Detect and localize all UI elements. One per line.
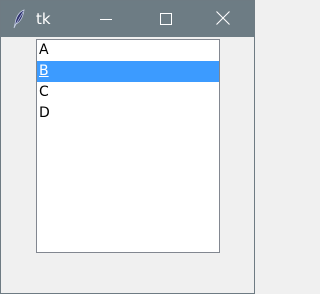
title-bar[interactable]: tk [1,1,254,37]
close-icon [216,10,230,29]
list-item[interactable]: C [37,82,219,103]
listbox[interactable]: A B C D [36,39,220,253]
minimize-button[interactable] [83,1,129,37]
maximize-icon [160,10,172,29]
close-button[interactable] [200,1,246,37]
list-item[interactable]: A [37,40,219,61]
tk-window: tk A B C D [0,0,255,294]
list-item[interactable]: D [37,103,219,124]
minimize-icon [100,10,112,29]
window-title: tk [36,10,51,28]
tk-feather-icon [12,9,26,29]
maximize-button[interactable] [143,1,189,37]
list-item-selected[interactable]: B [37,61,219,82]
